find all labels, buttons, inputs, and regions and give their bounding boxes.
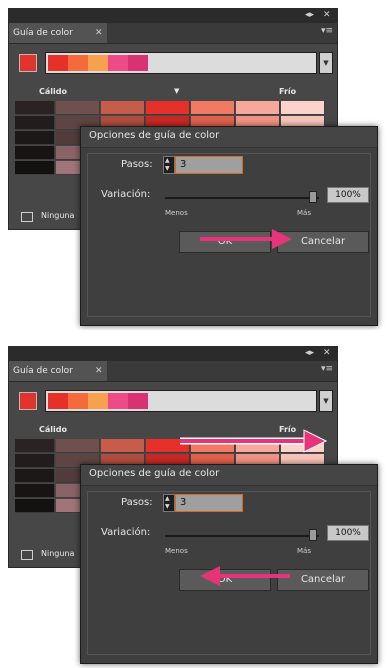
swatch-library-icon[interactable] [21, 550, 33, 560]
variation-swatch[interactable] [15, 116, 55, 130]
panel-menu-icon[interactable]: ▾≡ [321, 364, 333, 374]
warm-label: Cálido [39, 425, 67, 434]
panel-top-strip: ◂▸ ✕ [9, 347, 337, 361]
variation-swatch[interactable] [15, 469, 55, 483]
variation-swatch[interactable] [15, 146, 55, 160]
options-dialog: Opciones de guía de color Pasos: ▲ ▼ 3 V… [80, 464, 378, 664]
variation-swatch[interactable] [56, 439, 100, 453]
harmony-rules-bar[interactable] [45, 52, 317, 74]
limit-label: Ninguna [41, 211, 75, 220]
cool-label: Frío [279, 425, 297, 434]
harmony-swatch [88, 393, 108, 409]
screenshot-step-1: ◂▸ ✕ Guía de color ✕ ▾≡ ▼ Cálido ▼ Frío … [0, 0, 390, 330]
harmony-swatch [128, 393, 148, 409]
tab-color-guide[interactable]: Guía de color ✕ [9, 361, 107, 381]
variation-swatch[interactable] [191, 101, 235, 115]
harmony-swatch [88, 55, 108, 71]
variation-swatch[interactable] [15, 101, 55, 115]
steps-label: Pasos: [121, 497, 153, 508]
screenshot-step-2: ◂▸ ✕ Guía de color ✕ ▾≡ ▼ Cálido Frío Ni… [0, 338, 390, 668]
variation-slider-track[interactable] [165, 535, 319, 537]
collapse-icon[interactable]: ◂▸ [305, 348, 314, 358]
stepper-down-icon[interactable]: ▼ [165, 503, 170, 510]
stepper-up-icon[interactable]: ▲ [165, 157, 170, 164]
variation-slider-track[interactable] [165, 197, 319, 199]
harmony-swatch [108, 55, 128, 71]
stepper-down-icon[interactable]: ▼ [165, 165, 170, 172]
harmony-swatch [48, 393, 68, 409]
variation-swatch[interactable] [101, 439, 145, 453]
swatch-library-icon[interactable] [21, 212, 33, 222]
variation-swatch[interactable] [15, 499, 55, 513]
steps-stepper[interactable]: ▲ ▼ [163, 156, 175, 174]
limit-label: Ninguna [41, 549, 75, 558]
variation-swatch[interactable] [281, 439, 325, 453]
close-icon[interactable]: ✕ [323, 348, 331, 358]
panel-menu-icon[interactable]: ▾≡ [321, 26, 333, 36]
variation-swatch[interactable] [281, 101, 325, 115]
harmony-swatch [48, 55, 68, 71]
variation-swatch[interactable] [15, 161, 55, 175]
cancel-button[interactable]: Cancelar [277, 569, 369, 591]
warm-label: Cálido [39, 87, 67, 96]
variation-slider-thumb[interactable] [309, 191, 317, 203]
tab-color-guide[interactable]: Guía de color ✕ [9, 23, 107, 43]
cancel-button[interactable]: Cancelar [277, 231, 369, 253]
close-icon[interactable]: ✕ [323, 10, 331, 20]
harmony-rules-bar[interactable] [45, 390, 317, 412]
variation-swatch[interactable] [15, 454, 55, 468]
base-color-swatch[interactable] [19, 54, 37, 72]
dialog-title: Opciones de guía de color [89, 130, 220, 141]
harmony-swatch [108, 393, 128, 409]
variation-swatch[interactable] [236, 439, 280, 453]
tab-close-icon[interactable]: ✕ [95, 361, 103, 381]
steps-input[interactable]: 3 [175, 156, 243, 174]
variation-arrow-icon: ▼ [174, 87, 180, 95]
cool-label: Frío [279, 87, 297, 96]
harmony-dropdown-button[interactable]: ▼ [319, 52, 333, 74]
variation-percent-field[interactable]: 100% [327, 525, 369, 541]
harmony-swatch [128, 55, 148, 71]
variation-label: Variación: [101, 189, 151, 200]
variation-swatch[interactable] [56, 101, 100, 115]
min-label: Menos [165, 209, 188, 217]
collapse-icon[interactable]: ◂▸ [305, 10, 314, 20]
panel-tab-bar: Guía de color ✕ ▾≡ [9, 361, 337, 382]
min-label: Menos [165, 547, 188, 555]
tab-label: Guía de color [13, 28, 73, 38]
variation-swatch[interactable] [191, 439, 235, 453]
variation-percent-field[interactable]: 100% [327, 187, 369, 203]
variation-swatch[interactable] [146, 439, 190, 453]
variation-swatch[interactable] [15, 439, 55, 453]
panel-top-strip: ◂▸ ✕ [9, 9, 337, 23]
base-color-swatch[interactable] [19, 392, 37, 410]
steps-input[interactable]: 3 [175, 494, 243, 512]
max-label: Más [297, 547, 311, 555]
panel-tab-bar: Guía de color ✕ ▾≡ [9, 23, 337, 44]
steps-label: Pasos: [121, 159, 153, 170]
options-dialog: Opciones de guía de color Pasos: ▲ ▼ 3 V… [80, 126, 378, 326]
variation-swatch[interactable] [236, 101, 280, 115]
harmony-dropdown-button[interactable]: ▼ [319, 390, 333, 412]
max-label: Más [297, 209, 311, 217]
tab-label: Guía de color [13, 366, 73, 376]
variation-swatch[interactable] [146, 101, 190, 115]
dialog-title-bar: Opciones de guía de color [81, 127, 377, 148]
tab-close-icon[interactable]: ✕ [95, 23, 103, 43]
dialog-title: Opciones de guía de color [89, 468, 220, 479]
variation-label: Variación: [101, 527, 151, 538]
ok-button[interactable]: OK [179, 569, 271, 591]
ok-button[interactable]: OK [179, 231, 271, 253]
harmony-swatch [68, 55, 88, 71]
stepper-up-icon[interactable]: ▲ [165, 495, 170, 502]
variation-swatch[interactable] [101, 101, 145, 115]
harmony-swatch [68, 393, 88, 409]
variation-swatch[interactable] [15, 484, 55, 498]
variation-slider-thumb[interactable] [309, 529, 317, 541]
dialog-title-bar: Opciones de guía de color [81, 465, 377, 486]
steps-stepper[interactable]: ▲ ▼ [163, 494, 175, 512]
variation-swatch[interactable] [15, 131, 55, 145]
